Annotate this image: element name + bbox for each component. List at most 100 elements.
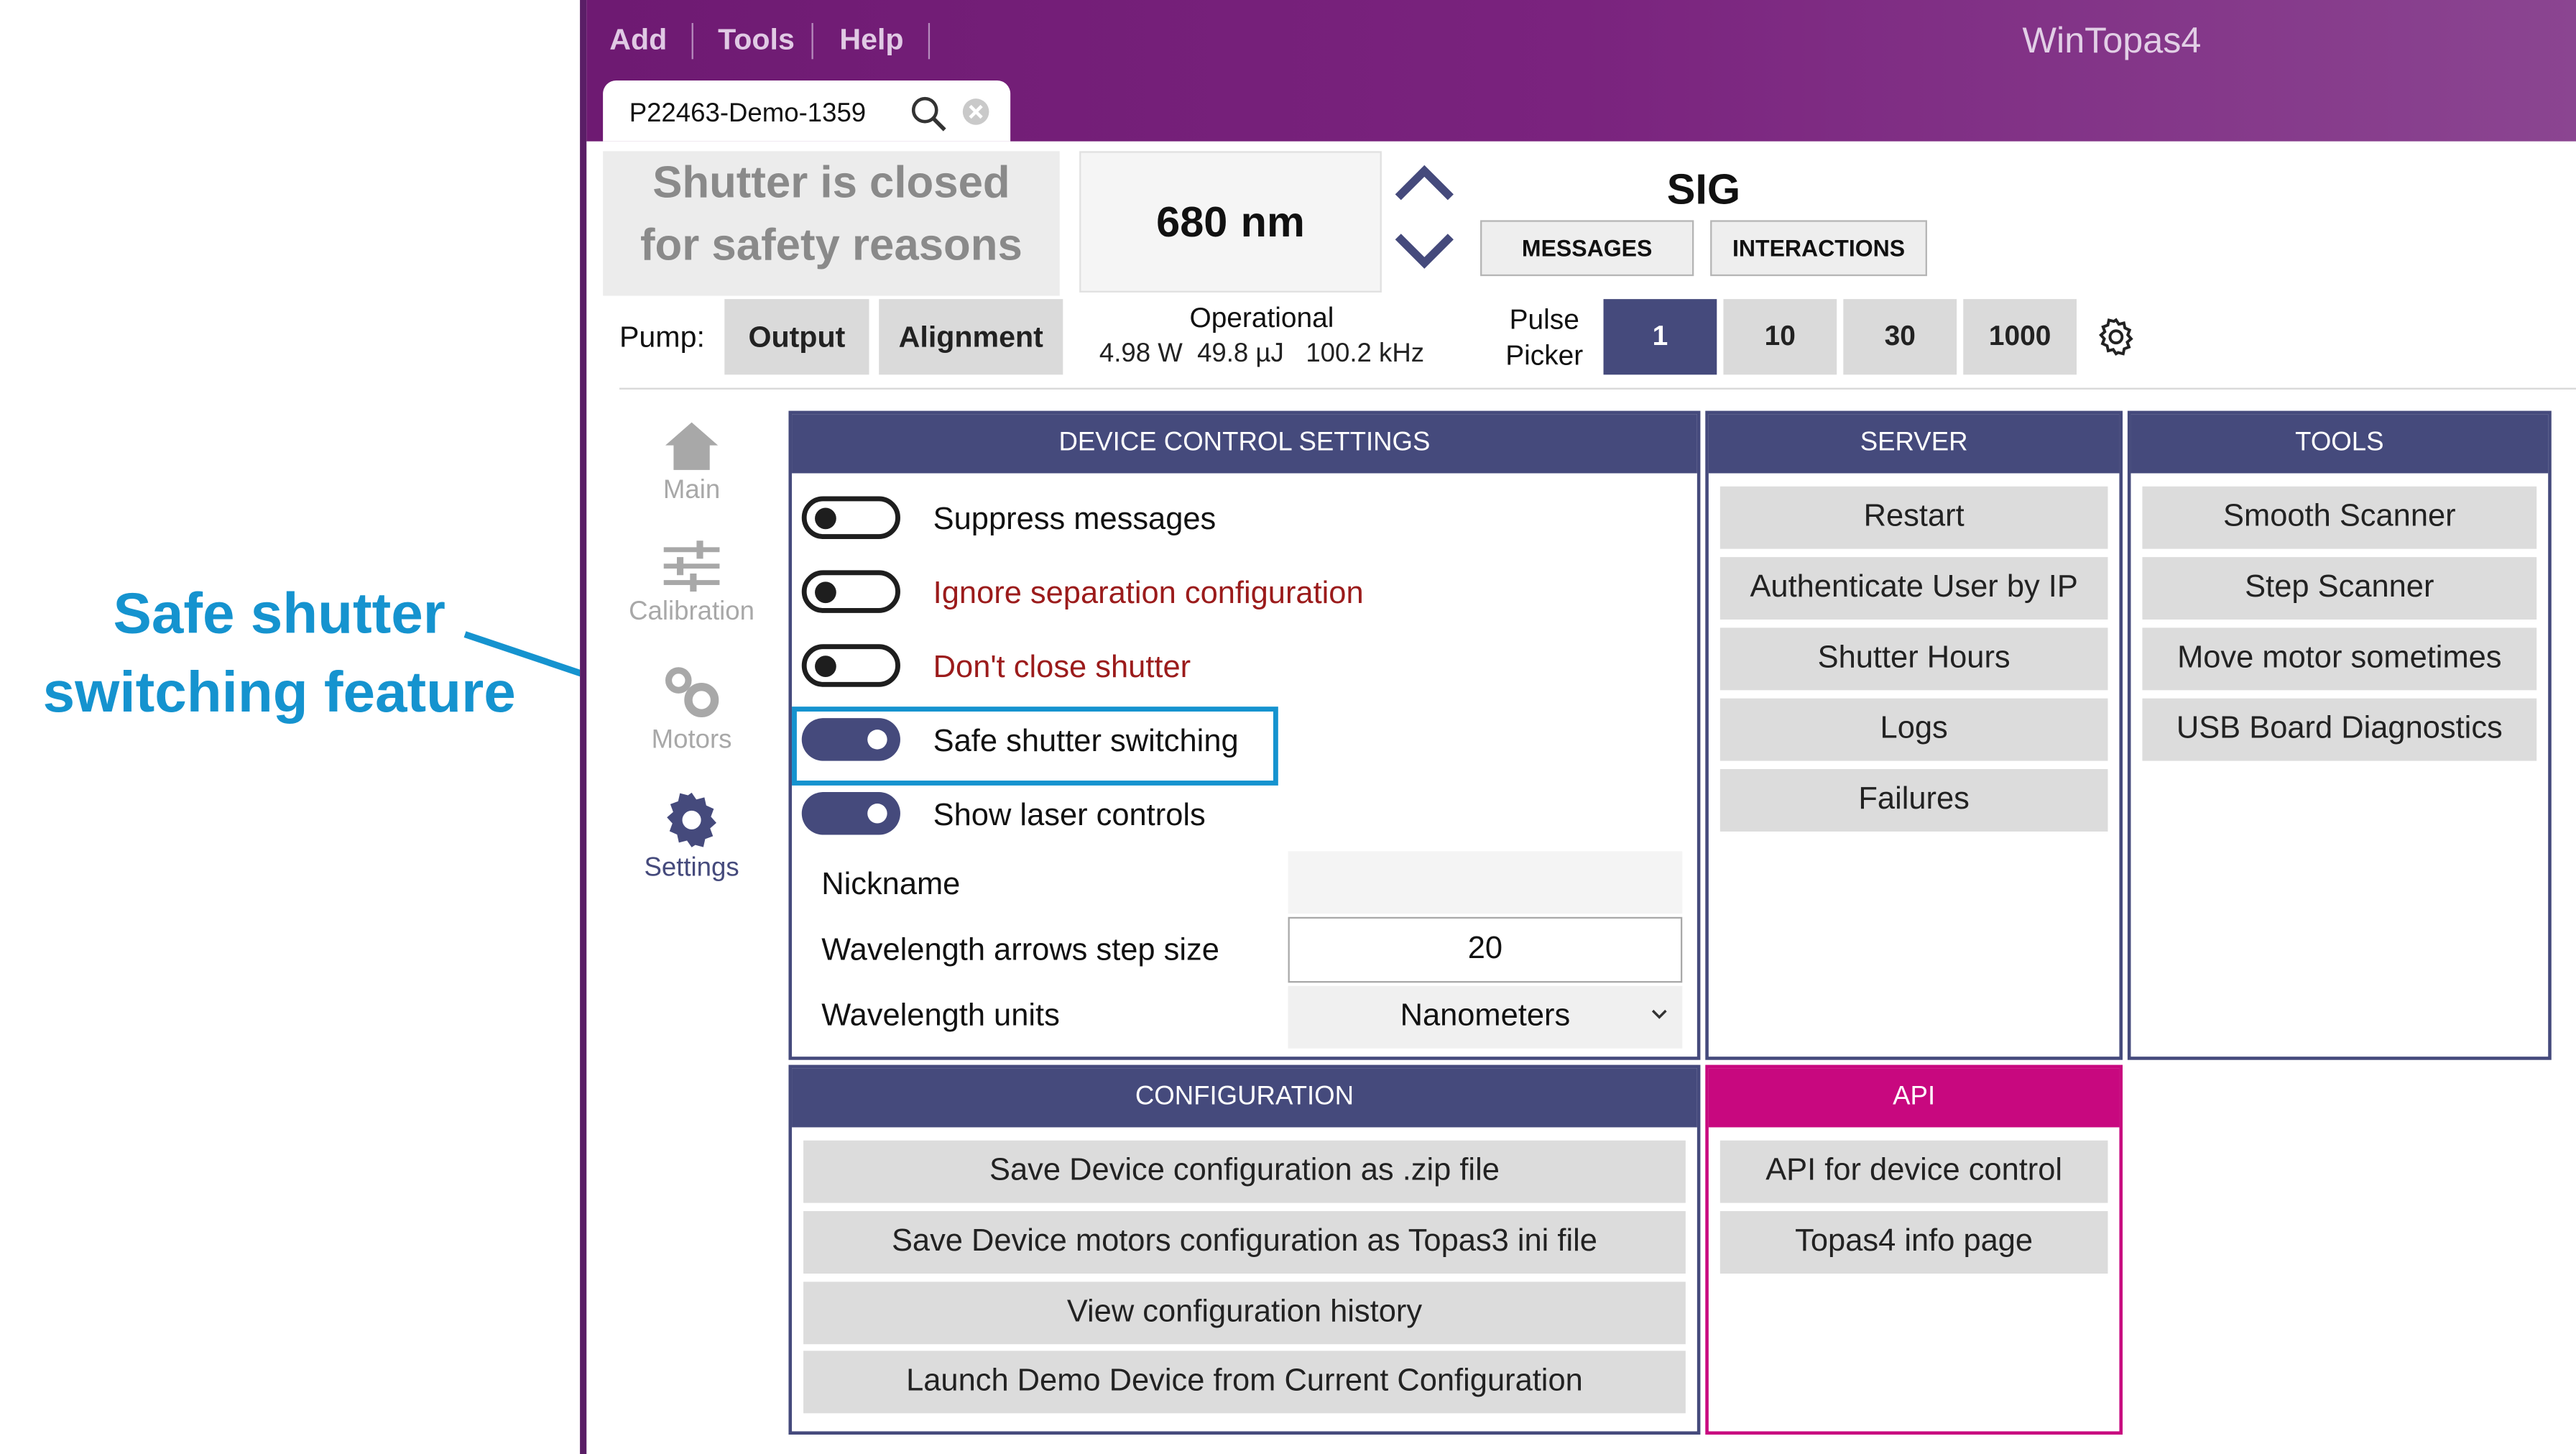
label-dont-close-shutter: Don't close shutter	[933, 650, 1191, 686]
pulse-picker-option-1000[interactable]: 1000	[1963, 299, 2077, 375]
smooth-scanner-button[interactable]: Smooth Scanner	[2142, 486, 2537, 549]
nav-label-main: Main	[663, 477, 721, 505]
tools-header: TOOLS	[2130, 414, 2549, 474]
server-header: SERVER	[1708, 414, 2120, 474]
pump-energy: 49.8 µJ	[1197, 340, 1284, 369]
nav-label-motors: Motors	[651, 726, 732, 755]
move-motor-button[interactable]: Move motor sometimes	[2142, 627, 2537, 691]
authenticate-user-button[interactable]: Authenticate User by IP	[1719, 557, 2108, 620]
pulse-picker-label: Pulse Picker	[1498, 303, 1590, 375]
step-size-label: Wavelength arrows step size	[821, 933, 1219, 968]
launch-demo-button[interactable]: Launch Demo Device from Current Configur…	[803, 1351, 1686, 1414]
pump-power: 4.98 W	[1099, 340, 1183, 369]
topas4-info-button[interactable]: Topas4 info page	[1719, 1211, 2108, 1274]
menu-tools[interactable]: Tools	[718, 23, 795, 57]
label-safe-shutter-switching: Safe shutter switching	[933, 724, 1239, 760]
toggle-suppress-messages[interactable]	[801, 496, 900, 539]
shutter-status-line-2: for safety reasons	[640, 220, 1022, 270]
pump-values: 4.98 W 49.8 µJ 100.2 kHz	[1096, 340, 1428, 369]
shutter-status-line-1: Shutter is closed	[652, 157, 1010, 208]
annotation-line-2: switching feature	[42, 661, 516, 725]
chevron-down-icon	[1395, 234, 1454, 269]
label-show-laser-controls: Show laser controls	[933, 799, 1206, 834]
toggle-ignore-separation[interactable]	[801, 570, 900, 613]
api-device-control-button[interactable]: API for device control	[1719, 1140, 2108, 1203]
api-header: API	[1708, 1068, 2120, 1128]
pulse-picker-option-1[interactable]: 1	[1603, 299, 1717, 375]
usb-board-diagnostics-button[interactable]: USB Board Diagnostics	[2142, 698, 2537, 761]
menu-separator	[811, 23, 813, 60]
menu-separator	[928, 23, 931, 60]
pulse-picker-option-30[interactable]: 30	[1843, 299, 1957, 375]
sliders-icon	[663, 540, 720, 592]
gears-icon	[665, 667, 719, 718]
nickname-label: Nickname	[821, 868, 961, 903]
failures-button[interactable]: Failures	[1719, 769, 2108, 832]
close-icon[interactable]	[961, 97, 991, 126]
gear-icon[interactable]	[2095, 316, 2137, 358]
shutter-status: Shutter is closed for safety reasons	[603, 151, 1060, 296]
nav-motors[interactable]: Motors	[606, 664, 777, 756]
configuration-header: CONFIGURATION	[792, 1068, 1697, 1128]
nav-calibration[interactable]: Calibration	[606, 539, 777, 627]
annotation-line-1: Safe shutter	[113, 581, 446, 646]
nav-label-settings: Settings	[644, 854, 739, 883]
pulse-picker-label-line-1: Pulse	[1509, 303, 1579, 336]
toggle-safe-shutter-switching[interactable]	[801, 718, 900, 761]
view-history-button[interactable]: View configuration history	[803, 1282, 1686, 1345]
shutter-hours-button[interactable]: Shutter Hours	[1719, 627, 2108, 691]
interactions-button[interactable]: INTERACTIONS	[1710, 220, 1927, 277]
search-icon[interactable]	[908, 93, 948, 133]
chevron-down-icon	[1651, 1009, 1667, 1019]
step-scanner-button[interactable]: Step Scanner	[2142, 557, 2537, 620]
annotation-callout: Safe shutter switching feature	[17, 575, 543, 732]
configuration-panel: CONFIGURATION Save Device configuration …	[788, 1064, 1701, 1435]
save-zip-button[interactable]: Save Device configuration as .zip file	[803, 1140, 1686, 1203]
operational-status: Operational	[1189, 302, 1334, 334]
app-window: Add Tools Help WinTopas4 P22463-Demo-135…	[580, 0, 2576, 1454]
save-topas3-ini-button[interactable]: Save Device motors configuration as Topa…	[803, 1211, 1686, 1274]
gear-icon	[667, 792, 716, 847]
wavelength-units-value: Nanometers	[1400, 999, 1571, 1034]
wavelength-arrows	[1395, 165, 1454, 269]
wavelength-value: 680	[1156, 196, 1228, 246]
pump-label: Pump:	[619, 320, 705, 354]
pump-frequency: 100.2 kHz	[1306, 340, 1425, 369]
nav-settings[interactable]: Settings	[606, 788, 777, 884]
label-suppress-messages: Suppress messages	[933, 502, 1217, 538]
tab-device[interactable]: P22463-Demo-1359	[603, 80, 1011, 142]
logs-button[interactable]: Logs	[1719, 698, 2108, 761]
api-panel: API API for device control Topas4 info p…	[1705, 1064, 2123, 1435]
tools-panel: TOOLS Smooth Scanner Step Scanner Move m…	[2127, 410, 2552, 1060]
title-bar: Add Tools Help WinTopas4 P22463-Demo-135…	[586, 0, 2576, 142]
wavelength-display[interactable]: 680 nm	[1079, 151, 1382, 293]
label-ignore-separation: Ignore separation configuration	[933, 576, 1364, 612]
tab-label: P22463-Demo-1359	[629, 100, 867, 129]
restart-button[interactable]: Restart	[1719, 486, 2108, 549]
server-panel: SERVER Restart Authenticate User by IP S…	[1705, 410, 2123, 1060]
device-control-panel: DEVICE CONTROL SETTINGS Suppress message…	[788, 410, 1701, 1060]
home-icon	[665, 422, 719, 470]
toggle-show-laser-controls[interactable]	[801, 792, 900, 835]
header-divider	[619, 387, 2576, 390]
nickname-field[interactable]	[1288, 851, 1683, 914]
app-title: WinTopas4	[2022, 19, 2202, 61]
menu-help[interactable]: Help	[839, 23, 903, 57]
toggle-dont-close-shutter[interactable]	[801, 644, 900, 687]
alignment-button[interactable]: Alignment	[879, 299, 1063, 375]
output-button[interactable]: Output	[724, 299, 869, 375]
nav-label-calibration: Calibration	[629, 598, 754, 627]
menu-add[interactable]: Add	[609, 23, 667, 57]
sig-label: SIG	[1666, 164, 1741, 214]
device-control-header: DEVICE CONTROL SETTINGS	[792, 414, 1697, 474]
nav-main[interactable]: Main	[606, 418, 777, 506]
wavelength-unit: nm	[1240, 196, 1305, 246]
pulse-picker-label-line-2: Picker	[1505, 340, 1584, 372]
step-size-field[interactable]: 20	[1288, 916, 1683, 983]
menu-separator	[691, 23, 693, 60]
pulse-picker-option-10[interactable]: 10	[1723, 299, 1837, 375]
wavelength-units-select[interactable]: Nanometers	[1288, 985, 1683, 1049]
chevron-up-icon	[1395, 165, 1454, 201]
wavelength-units-label: Wavelength units	[821, 999, 1060, 1034]
messages-button[interactable]: MESSAGES	[1480, 220, 1694, 277]
